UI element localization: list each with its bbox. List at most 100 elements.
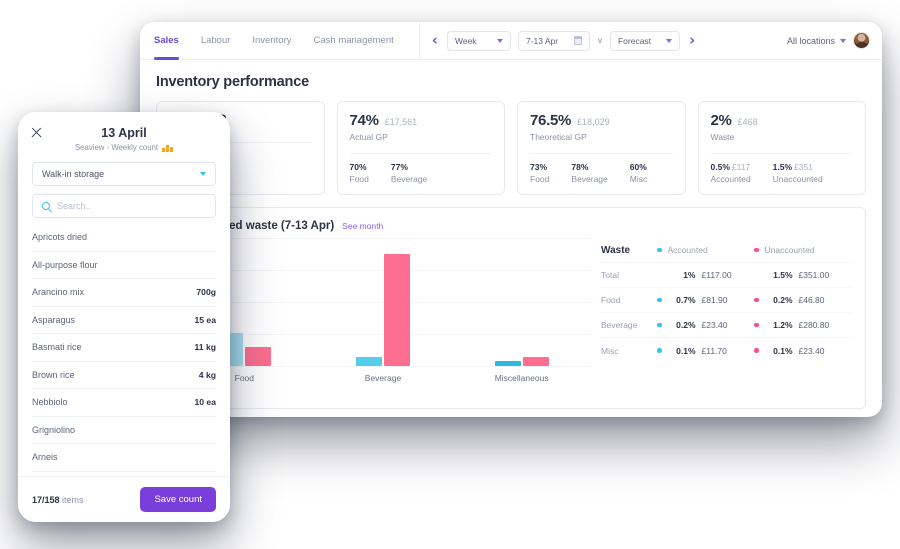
- bar-unaccounted[interactable]: [245, 347, 272, 366]
- kpi-money: £18,029: [577, 117, 610, 127]
- chevron-down-icon: [840, 38, 846, 43]
- legend-accounted: Accounted: [657, 245, 754, 255]
- list-item-quantity: 4 kg: [198, 369, 216, 380]
- row-dot-icon: [754, 322, 759, 328]
- bar-accounted[interactable]: [355, 356, 382, 366]
- kpi-head: 74% £17,561: [350, 112, 493, 129]
- kpi-split-item: 70% Food: [350, 162, 369, 184]
- search-field[interactable]: [32, 194, 216, 218]
- item-count-suffix: items: [59, 494, 84, 505]
- avatar[interactable]: [853, 32, 870, 49]
- kpi-split-label: Beverage: [390, 174, 428, 184]
- bar-group[interactable]: [494, 356, 549, 366]
- bar-accounted[interactable]: [494, 361, 521, 366]
- list-item[interactable]: Arancino mix 700g: [32, 279, 216, 307]
- row-unaccounted: 1.5% £351.00: [754, 270, 851, 280]
- modal-footer: 17/158 items Save count: [18, 476, 230, 522]
- list-item[interactable]: Grigniolino: [32, 417, 216, 444]
- row-unaccounted: 0.1% £23.40: [754, 346, 851, 356]
- list-item-name: All-purpose flour: [32, 259, 98, 270]
- see-month-link[interactable]: See month: [342, 221, 383, 231]
- kpi-head: 76.5% £18,029: [530, 112, 673, 129]
- chart-x-labels: Food Beverage Miscellaneous: [175, 368, 591, 388]
- inventory-item-list[interactable]: Apricots dried All-purpose flour Arancino …: [18, 224, 230, 476]
- item-count-value: 17/158: [32, 494, 60, 505]
- kpi-split-row: 0.5% £117 Accounted 1.5% £351 Unaccounted: [710, 153, 853, 184]
- list-item[interactable]: All-purpose flour: [32, 252, 216, 279]
- nav-tab-label: Inventory: [252, 35, 292, 46]
- list-item-name: Grigniolino: [32, 424, 76, 435]
- chevron-down-icon: [665, 38, 672, 43]
- row-accounted: 0.1% £11.70: [657, 346, 754, 356]
- kpi-card-waste[interactable]: 2% £468 Waste 0.5% £117 Accounted 1.5% £…: [697, 101, 866, 195]
- nav-tab-labour[interactable]: Labour: [190, 22, 242, 60]
- storage-select[interactable]: Walk-in storage: [32, 162, 216, 186]
- list-item[interactable]: Apricots dried: [32, 224, 216, 252]
- kpi-split-row: 70% Food 77% Beverage: [349, 153, 492, 184]
- row-accounted-pct: 0.1%: [676, 345, 696, 356]
- kpi-value: 76.5%: [530, 112, 572, 129]
- close-icon[interactable]: [30, 126, 43, 139]
- kpi-card-theoretical-gp[interactable]: 76.5% £18,029 Theoretical GP 73% Food 78…: [517, 101, 686, 195]
- list-item[interactable]: Basmati rice 11 kg: [32, 334, 216, 362]
- kpi-split-label: Misc: [629, 174, 648, 184]
- nav-tab-cash-management[interactable]: Cash management: [303, 22, 405, 60]
- table-row: Total 1% £117.00 1.5% £351.00: [601, 263, 851, 288]
- next-period-icon[interactable]: ›: [687, 33, 697, 48]
- versus-label: v: [597, 36, 602, 45]
- kpi-label: Theoretical GP: [530, 132, 587, 142]
- kpi-label: Waste: [710, 132, 735, 142]
- nav-tab-sales[interactable]: Sales: [154, 22, 190, 60]
- bar-group[interactable]: [355, 253, 410, 366]
- compare-select[interactable]: Forecast: [609, 30, 680, 51]
- kpi-card-actual-gp[interactable]: 74% £17,561 Actual GP 70% Food 77% Bever…: [336, 101, 505, 195]
- list-item-quantity: 11 kg: [194, 342, 216, 353]
- period-select[interactable]: Week: [446, 30, 511, 51]
- date-range-picker[interactable]: 7-13 Apr: [517, 30, 590, 51]
- kpi-label: Actual GP: [349, 132, 388, 142]
- screenshot-stage: Sales Labour Inventory Cash management ‹…: [0, 0, 900, 549]
- list-item[interactable]: Brown rice 4 kg: [32, 362, 216, 389]
- legend-dot-icon: [657, 247, 662, 253]
- list-item[interactable]: Nebbiolo 10 ea: [32, 389, 216, 417]
- save-count-button[interactable]: Save count: [140, 487, 216, 512]
- waste-panel-header: unaccounted waste (7-13 Apr) See month: [171, 220, 851, 232]
- location-select[interactable]: All locations: [787, 36, 846, 46]
- row-unaccounted-pct: 1.2%: [773, 320, 793, 330]
- bar-unaccounted[interactable]: [383, 253, 410, 366]
- row-accounted-amount: £23.40: [701, 320, 728, 330]
- period-select-value: Week: [454, 35, 477, 46]
- row-dot-icon: [657, 322, 662, 328]
- location-select-value: All locations: [786, 35, 835, 46]
- list-item[interactable]: Arneis: [32, 444, 216, 472]
- kpi-split-item: 60% Misc: [630, 162, 647, 184]
- waste-panel-body: Food Beverage Miscellaneous Waste Accounte…: [171, 238, 851, 388]
- row-label: Beverage: [601, 320, 638, 330]
- chevron-down-icon: [200, 172, 206, 176]
- toolbar-divider: [418, 22, 420, 60]
- waste-panel: unaccounted waste (7-13 Apr) See month F…: [156, 207, 866, 409]
- list-item-quantity: 10 ea: [194, 397, 216, 408]
- list-item-name: Basmati rice: [32, 342, 82, 353]
- list-item-name: Arancino mix: [32, 287, 85, 298]
- list-item-quantity: 15 ea: [194, 314, 216, 325]
- kpi-split-item: 1.5% £351 Unaccounted: [773, 162, 823, 184]
- bar-unaccounted[interactable]: [522, 356, 549, 366]
- waste-bar-chart: Food Beverage Miscellaneous: [171, 238, 591, 388]
- legend-label: Unaccounted: [764, 245, 815, 255]
- previous-period-icon[interactable]: ‹: [430, 33, 440, 48]
- row-unaccounted-amount: £46.80: [798, 295, 825, 305]
- period-controls: ‹ Week 7-13 Apr v Forecast ›: [430, 30, 697, 51]
- nav-tab-inventory[interactable]: Inventory: [241, 22, 302, 60]
- search-input[interactable]: [57, 201, 206, 211]
- weekly-count-modal: 13 April Seaview - Weekly count Walk-in …: [18, 112, 230, 522]
- row-accounted-pct: 0.7%: [676, 295, 696, 305]
- calendar-icon: [573, 36, 583, 45]
- kpi-split-value: 73%: [530, 162, 548, 172]
- list-item[interactable]: Asparagus 15 ea: [32, 307, 216, 334]
- kpi-split-label: Beverage: [571, 174, 608, 184]
- row-accounted-amount: £81.90: [701, 295, 728, 305]
- kpi-split-label: Accounted: [710, 174, 751, 184]
- row-unaccounted-amount: £351.00: [798, 270, 830, 280]
- compare-select-value: Forecast: [617, 35, 652, 46]
